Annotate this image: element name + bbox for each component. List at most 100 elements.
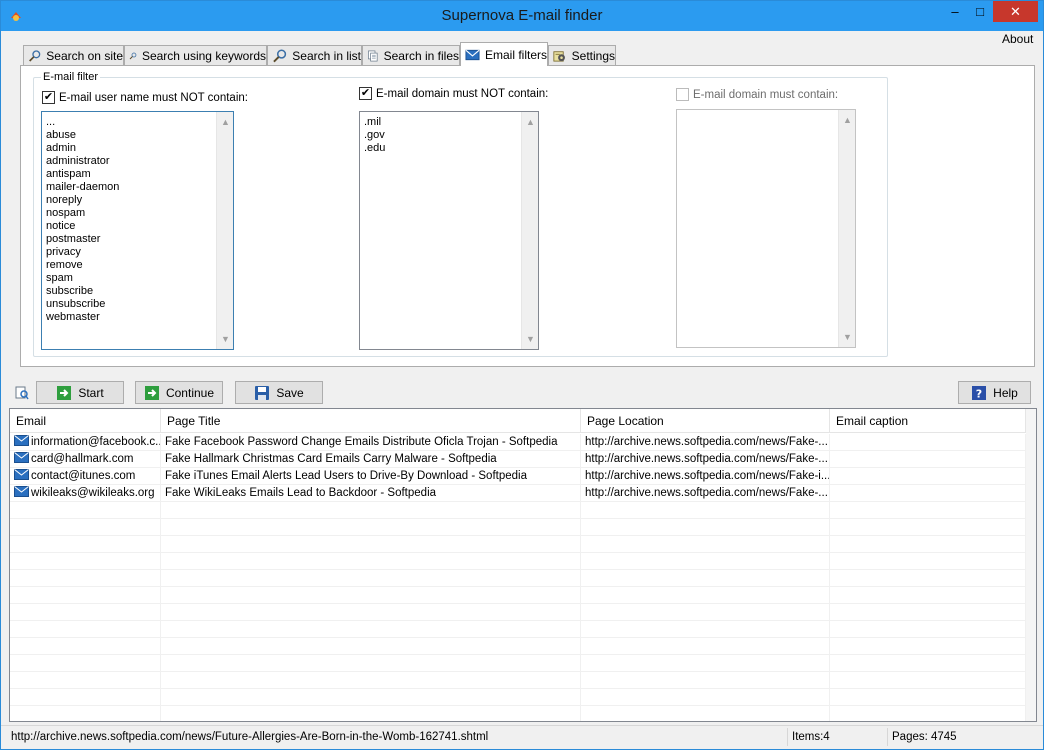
cell-location <box>581 519 830 536</box>
cell-text: http://archive.news.softpedia.com/news/F… <box>585 453 828 465</box>
status-bar: http://archive.news.softpedia.com/news/F… <box>1 725 1043 749</box>
documents-icon <box>368 50 378 61</box>
cell-email <box>10 604 161 621</box>
list-item[interactable]: subscribe <box>46 285 233 298</box>
continue-button[interactable]: Continue <box>135 381 223 404</box>
cell-location <box>581 655 830 672</box>
vertical-scrollbar[interactable]: ▲ ▼ <box>521 112 538 349</box>
scroll-up-icon[interactable]: ▲ <box>522 114 538 130</box>
scroll-up-icon[interactable]: ▲ <box>217 114 233 130</box>
scroll-up-icon[interactable]: ▲ <box>839 112 855 128</box>
cell-location: http://archive.news.softpedia.com/news/F… <box>581 485 830 502</box>
list-item[interactable]: nospam <box>46 207 233 220</box>
cell-location: http://archive.news.softpedia.com/news/F… <box>581 468 830 485</box>
scroll-down-icon[interactable]: ▼ <box>522 331 538 347</box>
cell-email <box>10 553 161 570</box>
column-header-page-title[interactable]: Page Title <box>161 409 581 433</box>
checkbox-checked[interactable]: ✔ <box>359 87 372 100</box>
cell-title <box>161 655 581 672</box>
help-icon: ? <box>972 385 987 400</box>
vertical-scrollbar[interactable]: ▲ ▼ <box>838 110 855 347</box>
empty-table-row <box>10 519 1026 536</box>
cell-email: contact@itunes.com <box>10 468 161 485</box>
list-item[interactable]: abuse <box>46 129 233 142</box>
empty-table-row <box>10 689 1026 706</box>
domain-not-filter-list[interactable]: .mil .gov .edu ▲ ▼ <box>359 111 539 350</box>
list-item[interactable]: .edu <box>364 142 538 155</box>
domain-not-items: .mil .gov .edu <box>360 112 538 155</box>
checkbox-label: E-mail user name must NOT contain: <box>59 91 248 104</box>
results-table[interactable]: Email Page Title Page Location Email cap… <box>9 408 1037 722</box>
cell-location <box>581 621 830 638</box>
list-item[interactable]: noreply <box>46 194 233 207</box>
cell-email <box>10 672 161 689</box>
cell-title <box>161 689 581 706</box>
list-item[interactable]: administrator <box>46 155 233 168</box>
checkbox-unchecked[interactable] <box>676 88 689 101</box>
arrow-right-icon <box>57 385 72 400</box>
scroll-down-icon[interactable]: ▼ <box>839 329 855 345</box>
about-menu[interactable]: About <box>1002 32 1033 46</box>
continue-label: Continue <box>165 385 215 400</box>
tab-settings[interactable]: Settings <box>548 45 616 65</box>
table-row[interactable]: information@facebook.c... Fake Facebook P… <box>10 434 1026 451</box>
tab-search-in-files[interactable]: Search in files <box>362 45 460 65</box>
help-button[interactable]: ? Help <box>958 381 1031 404</box>
column-header-email[interactable]: Email <box>10 409 161 433</box>
start-button[interactable]: Start <box>36 381 124 404</box>
cell-email: wikileaks@wikileaks.org <box>10 485 161 502</box>
scroll-down-icon[interactable]: ▼ <box>217 331 233 347</box>
cell-caption <box>830 587 1026 604</box>
cell-caption <box>830 621 1026 638</box>
list-item[interactable]: mailer-daemon <box>46 181 233 194</box>
domain-not-filter-checkbox[interactable]: ✔ E-mail domain must NOT contain: <box>359 87 548 100</box>
list-item[interactable]: ... <box>46 116 233 129</box>
list-item[interactable]: admin <box>46 142 233 155</box>
cell-email <box>10 570 161 587</box>
vertical-scrollbar[interactable]: ▲ ▼ <box>216 112 233 349</box>
domain-must-items <box>677 110 855 114</box>
vertical-scrollbar[interactable] <box>1026 409 1036 721</box>
cell-location <box>581 587 830 604</box>
table-row[interactable]: wikileaks@wikileaks.org Fake WikiLeaks Em… <box>10 485 1026 502</box>
envelope-icon <box>14 435 29 446</box>
list-item[interactable]: privacy <box>46 246 233 259</box>
list-item[interactable]: postmaster <box>46 233 233 246</box>
column-header-page-location[interactable]: Page Location <box>581 409 830 433</box>
save-label: Save <box>276 385 304 400</box>
column-header-email-caption[interactable]: Email caption <box>830 409 1026 433</box>
cell-title <box>161 672 581 689</box>
maximize-button[interactable]: □ <box>966 1 994 22</box>
checkbox-label: E-mail domain must NOT contain: <box>376 87 549 100</box>
tab-search-on-site[interactable]: Search on site <box>23 45 124 65</box>
table-row[interactable]: contact@itunes.com Fake iTunes Email Aler… <box>10 468 1026 485</box>
tab-email-filters[interactable]: Email filters <box>460 42 548 66</box>
cell-caption <box>830 468 1026 485</box>
list-item[interactable]: .gov <box>364 129 538 142</box>
table-row[interactable]: card@hallmark.com Fake Hallmark Christmas… <box>10 451 1026 468</box>
list-item[interactable]: antispam <box>46 168 233 181</box>
minimize-button[interactable]: – <box>941 1 969 22</box>
save-button[interactable]: Save <box>235 381 323 404</box>
cell-text: contact@itunes.com <box>31 470 136 482</box>
cell-text: information@facebook.c... <box>31 436 161 448</box>
magnifier-icon <box>129 52 137 59</box>
close-button[interactable]: ✕ <box>993 1 1038 22</box>
cell-email <box>10 638 161 655</box>
checkbox-checked[interactable]: ✔ <box>42 91 55 104</box>
list-item[interactable]: webmaster <box>46 311 233 324</box>
domain-must-filter-list[interactable]: ▲ ▼ <box>676 109 856 348</box>
list-item[interactable]: .mil <box>364 116 538 129</box>
list-item[interactable]: unsubscribe <box>46 298 233 311</box>
list-item[interactable]: remove <box>46 259 233 272</box>
username-items: ... abuse admin administrator antispam mailer… <box>42 112 233 324</box>
username-filter-checkbox[interactable]: ✔ E-mail user name must NOT contain: <box>42 91 248 104</box>
tab-search-in-list[interactable]: Search in list <box>267 45 362 65</box>
list-item[interactable]: spam <box>46 272 233 285</box>
domain-must-filter-checkbox[interactable]: E-mail domain must contain: <box>676 88 838 101</box>
start-label: Start <box>78 385 104 400</box>
list-item[interactable]: notice <box>46 220 233 233</box>
username-filter-list[interactable]: ... abuse admin administrator antispam mailer… <box>41 111 234 350</box>
cell-caption <box>830 672 1026 689</box>
tab-search-keywords[interactable]: Search using keywords <box>124 45 267 65</box>
